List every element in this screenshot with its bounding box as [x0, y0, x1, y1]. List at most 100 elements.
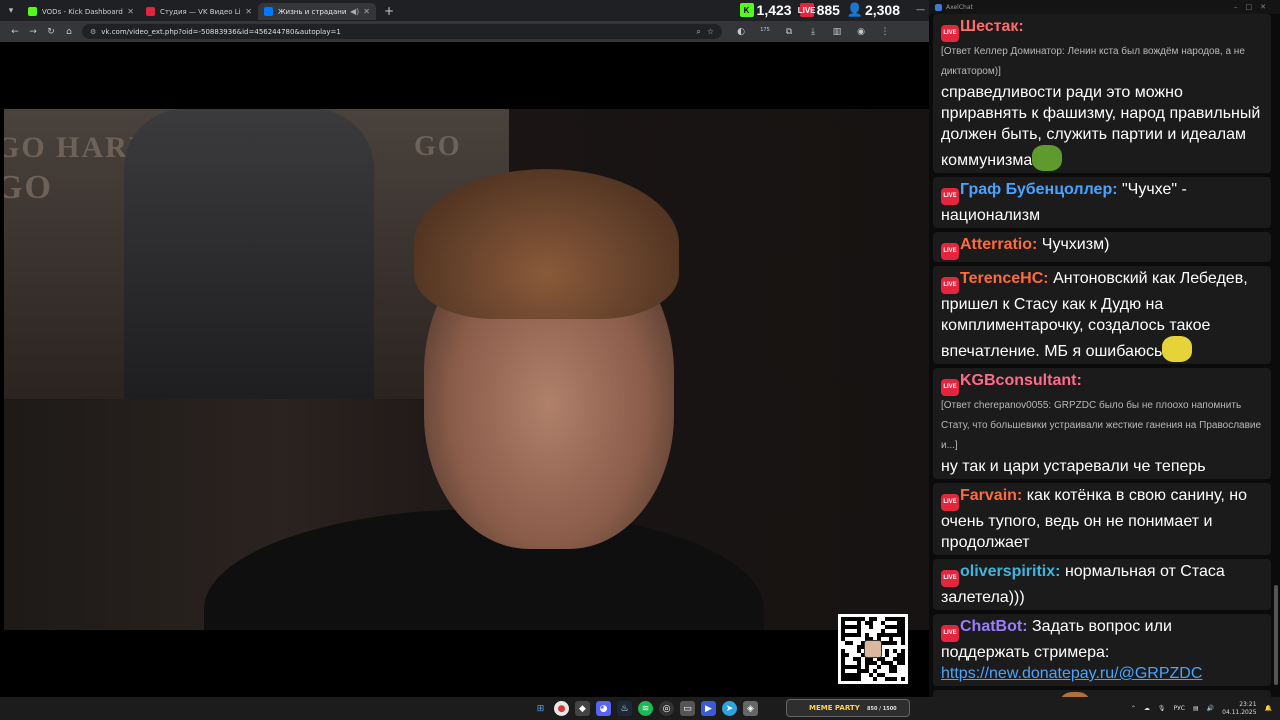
network-icon[interactable]: ▤ [1193, 705, 1199, 712]
chat-message: LIVE oliverspiritix: нормальная от Стаса … [933, 559, 1271, 610]
taskbar-apps: ⊞ ● ◆ ◕ ♨ ≋ ◎ ▭ ▶ ➤ ◈ [533, 701, 758, 716]
extension-badge[interactable]: 175 [756, 27, 774, 37]
chat-text: ну так и цари устаревали че теперь [941, 458, 1206, 475]
app-icon[interactable]: ▶ [701, 701, 716, 716]
kick-favicon-icon [28, 7, 37, 16]
qr-avatar-icon [864, 640, 882, 658]
person-icon: 👤 [846, 2, 864, 17]
donation-link[interactable]: https://new.donatepay.ru/@GRPZDC [941, 665, 1202, 682]
vk-viewer-count: 885 [816, 2, 840, 18]
chat-nickname[interactable]: KGBconsultant: [960, 372, 1082, 389]
profile-icon[interactable]: ◉ [852, 27, 870, 37]
start-icon[interactable]: ⊞ [533, 701, 548, 716]
screen: ▾ VODs - Kick Dashboard ✕ Студия — VK Ви… [0, 0, 1280, 720]
chat-reply-quote: [Ответ cherepanov0055: GRPZDC было бы не… [941, 400, 1262, 451]
zoom-icon[interactable]: ⌕ [696, 27, 700, 37]
person-hair [414, 169, 679, 319]
chat-nickname[interactable]: Граф Бубенцоллер: [960, 181, 1118, 198]
clock[interactable]: 23:21 04.11.2025 [1222, 701, 1256, 717]
reload-icon[interactable]: ↻ [42, 27, 60, 37]
chat-nickname[interactable]: oliverspiritix: [960, 563, 1060, 580]
sidebar-icon[interactable]: ▥ [828, 27, 846, 37]
extensions: ◐ 175 ⧉ ⤓ ▥ ◉ ⋮ [732, 27, 894, 37]
system-tray: ⌃ ☁ 🎙 РУС ▤ 🔊 23:21 04.11.2025 🔔 [1131, 697, 1272, 720]
home-icon[interactable]: ⌂ [60, 27, 78, 37]
total-viewers: 👤 2,308 [846, 2, 900, 18]
kick-viewers: K 1,423 [739, 2, 792, 18]
viewer-stats: K 1,423 LIVE 885 👤 2,308 — [739, 0, 925, 20]
close-tab-icon[interactable]: ✕ [127, 7, 134, 16]
chat-panel: AxelChat –□✕ LIVE Шестак: [Ответ Келлер До… [929, 0, 1280, 697]
microphone-icon[interactable]: 🎙 [1158, 705, 1166, 712]
tab-vk-studio[interactable]: Студия — VK Видео Live ✕ [140, 3, 258, 20]
steam-icon[interactable]: ♨ [617, 701, 632, 716]
new-tab-button[interactable]: + [384, 4, 394, 18]
extension-icon[interactable]: ◐ [732, 27, 750, 37]
kick-logo-icon: K [739, 3, 754, 17]
bookmark-star-icon[interactable]: ☆ [707, 27, 714, 36]
language-indicator[interactable]: РУС [1174, 705, 1185, 712]
chat-text: Чучхизм) [1041, 236, 1110, 253]
chat-reply-quote: [Ответ Келлер Доминатор: Ленин кста был … [941, 46, 1245, 77]
app-icon[interactable]: ▭ [680, 701, 695, 716]
site-info-icon[interactable]: ⚙ [90, 28, 96, 36]
turtle-emote [1032, 145, 1063, 171]
close-tab-icon[interactable]: ✕ [363, 7, 370, 16]
tab-search-icon[interactable]: ▾ [0, 0, 22, 21]
chat-nickname[interactable]: Шестак: [960, 18, 1024, 35]
chat-message: LIVE Граф Бубенцоллер: "Чучхе" - национал… [933, 177, 1271, 228]
tab-kick-dashboard[interactable]: VODs - Kick Dashboard ✕ [22, 3, 140, 20]
media-icon[interactable]: ◆ [575, 701, 590, 716]
chrome-icon[interactable]: ● [554, 701, 569, 716]
chat-message: LIVE ChatBot: Задать вопрос или поддержат… [933, 614, 1271, 686]
app-icon[interactable]: ◈ [743, 701, 758, 716]
discord-icon[interactable]: ◕ [596, 701, 611, 716]
tab-title: VODs - Kick Dashboard [42, 7, 123, 16]
chat-nickname[interactable]: TerenceHC: [960, 270, 1049, 287]
menu-icon[interactable]: ⋮ [876, 27, 894, 37]
back-icon[interactable]: ← [6, 27, 24, 37]
vk-live-badge-icon: LIVE [941, 277, 959, 294]
cloud-icon[interactable]: ☁ [1144, 705, 1150, 712]
poster-text: GO [4, 169, 53, 206]
download-icon[interactable]: ⤓ [804, 27, 822, 37]
windows-taskbar: ⊞ ● ◆ ◕ ♨ ≋ ◎ ▭ ▶ ➤ ◈ MEME PARTY 850 / 1… [0, 697, 1280, 720]
browser-window: ▾ VODs - Kick Dashboard ✕ Студия — VK Ви… [0, 0, 929, 697]
close-tab-icon[interactable]: ✕ [245, 7, 252, 16]
yellow-emote [1162, 336, 1193, 362]
chat-nickname[interactable]: Farvain: [960, 487, 1022, 504]
window-controls[interactable]: –□✕ [1234, 3, 1274, 11]
poster-figure [124, 109, 374, 399]
minimize-icon[interactable]: — [916, 5, 925, 15]
vk-live-favicon-icon [146, 7, 155, 16]
vk-favicon-icon [264, 7, 273, 16]
chevron-up-icon[interactable]: ⌃ [1131, 705, 1136, 712]
notification-bell-icon[interactable]: 🔔 [1265, 705, 1272, 712]
poster-text: GO [414, 131, 462, 162]
page-viewport: GO HARD GO GO [4, 42, 929, 697]
app-icon [935, 3, 942, 11]
tab-title: Студия — VK Видео Live [160, 7, 242, 16]
vk-live-badge-icon: LIVE [941, 188, 959, 205]
obs-icon[interactable]: ◎ [659, 701, 674, 716]
puzzle-icon[interactable]: ⧉ [780, 27, 798, 37]
address-bar[interactable]: ⚙ vk.com/video_ext.php?oid=-50883936&id=… [82, 24, 722, 39]
chat-nickname[interactable]: Atterratio: [960, 236, 1037, 253]
chat-message: LIVE Atterratio: Чучхизм) [933, 232, 1271, 262]
chat-scrollbar[interactable] [1274, 585, 1278, 685]
spotify-icon[interactable]: ≋ [638, 701, 653, 716]
volume-icon[interactable]: 🔊 [1207, 705, 1214, 712]
video-player[interactable]: GO HARD GO GO [4, 109, 929, 630]
chat-text: справедливости ради это можно приравнять… [941, 84, 1261, 169]
vk-viewers: LIVE 885 [798, 2, 840, 18]
chat-message: LIVE TerenceHC: Антоновский как Лебедев, … [933, 266, 1271, 364]
telegram-icon[interactable]: ➤ [722, 701, 737, 716]
meme-party-label: MEME PARTY [809, 704, 860, 712]
chat-nickname[interactable]: ChatBot: [960, 618, 1028, 635]
chat-message: LIVE Farvain: как котёнка в свою санину, … [933, 483, 1271, 555]
speaker-icon[interactable]: ◀) [350, 7, 359, 16]
forward-icon[interactable]: → [24, 27, 42, 37]
vk-live-badge-icon: LIVE [941, 570, 959, 587]
clock-time: 23:21 [1239, 700, 1257, 708]
tab-vk-video[interactable]: Жизнь и страдания Роман... ◀) ✕ [258, 3, 376, 20]
